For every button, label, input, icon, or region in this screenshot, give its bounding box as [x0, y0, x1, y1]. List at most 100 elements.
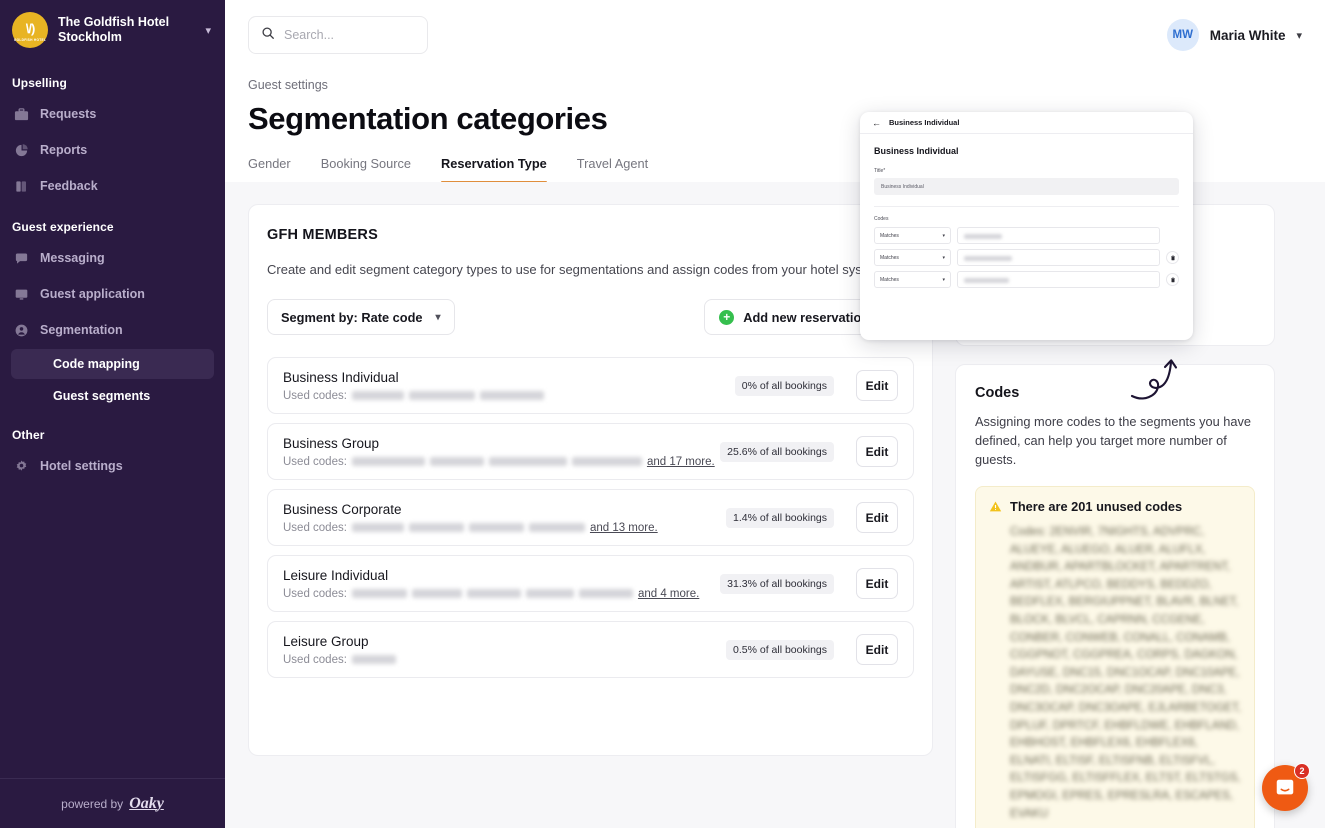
chevron-down-icon: ▾ — [942, 255, 945, 261]
sidebar-item-code-mapping[interactable]: Code mapping — [11, 349, 214, 379]
sidebar: \/) GOLDFISH HOTEL The Goldfish Hotel St… — [0, 0, 225, 828]
trash-icon[interactable] — [1166, 251, 1179, 264]
bookings-percentage-badge: 0.5% of all bookings — [726, 640, 834, 660]
plus-icon: + — [719, 310, 734, 325]
breadcrumb: Guest settings — [248, 78, 1325, 92]
show-more-codes-link[interactable]: and 13 more. — [590, 522, 658, 534]
match-type-value: Matches — [880, 255, 899, 261]
tab-gender[interactable]: Gender — [248, 156, 291, 182]
redacted-code — [352, 655, 396, 664]
nav-section-other: Other — [0, 412, 225, 448]
segment-info: Business GroupUsed codes:and 17 more. — [283, 436, 720, 468]
bookings-percentage-badge: 1.4% of all bookings — [726, 508, 834, 528]
edit-button[interactable]: Edit — [856, 568, 898, 599]
sidebar-item-label: Guest application — [40, 287, 145, 301]
sidebar-item-reports[interactable]: Reports — [0, 132, 225, 168]
segment-info: Leisure Individual Used codes:and 4 more. — [283, 568, 720, 600]
sidebar-item-requests[interactable]: Requests — [0, 96, 225, 132]
table-row: Leisure GroupUsed codes:0.5% of all book… — [267, 621, 914, 678]
code-value-input[interactable] — [957, 227, 1160, 244]
match-type-select[interactable]: Matches▾ — [874, 271, 951, 288]
codes-card-title: Codes — [975, 385, 1255, 401]
intercom-chat-icon — [1274, 777, 1296, 799]
show-more-codes-link[interactable]: and 17 more. — [647, 456, 715, 468]
hotel-logo-subtext: GOLDFISH HOTEL — [12, 38, 48, 42]
table-row: Business IndividualUsed codes:0% of all … — [267, 357, 914, 414]
sidebar-item-label: Messaging — [40, 251, 105, 265]
powered-by-label: powered by — [61, 797, 123, 811]
search-icon — [261, 26, 275, 45]
user-menu[interactable]: MW Maria White ▾ — [1167, 19, 1302, 51]
code-value-input[interactable] — [957, 271, 1160, 288]
sidebar-subitem-label: Guest segments — [53, 389, 150, 403]
arrow-left-icon[interactable]: ← — [872, 118, 881, 128]
chevron-down-icon: ▾ — [942, 277, 945, 283]
redacted-code — [964, 278, 1009, 283]
sidebar-item-messaging[interactable]: Messaging — [0, 240, 225, 276]
modal-body: Business Individual Title* Business Indi… — [860, 134, 1193, 288]
chevron-down-icon[interactable]: ▾ — [205, 24, 211, 37]
segment-info: Business IndividualUsed codes: — [283, 370, 735, 402]
match-type-select[interactable]: Matches▾ — [874, 227, 951, 244]
redacted-code — [409, 523, 464, 532]
trash-icon[interactable] — [1166, 273, 1179, 286]
codes-field-label: Codes — [874, 216, 1179, 222]
pie-chart-icon — [14, 143, 29, 158]
bookings-percentage-badge: 25.6% of all bookings — [720, 442, 834, 462]
redacted-code — [964, 234, 1002, 239]
hotel-name-line1: The Goldfish Hotel — [58, 15, 195, 30]
show-more-codes-link[interactable]: and 4 more. — [638, 588, 699, 600]
edit-button[interactable]: Edit — [856, 502, 898, 533]
user-name: Maria White — [1210, 28, 1286, 43]
hotel-selector[interactable]: \/) GOLDFISH HOTEL The Goldfish Hotel St… — [0, 0, 225, 60]
segment-used-codes: Used codes:and 17 more. — [283, 456, 720, 468]
hotel-logo: \/) GOLDFISH HOTEL — [12, 12, 48, 48]
redacted-code — [430, 457, 484, 466]
segment-name: Leisure Individual — [283, 568, 720, 583]
edit-button[interactable]: Edit — [856, 436, 898, 467]
tab-travel-agent[interactable]: Travel Agent — [577, 156, 648, 182]
redacted-code — [489, 457, 567, 466]
segment-by-dropdown[interactable]: Segment by: Rate code ▾ — [267, 299, 455, 335]
redacted-code — [572, 457, 642, 466]
nav-section-guest-experience: Guest experience — [0, 204, 225, 240]
edit-button[interactable]: Edit — [856, 370, 898, 401]
chat-widget-button[interactable]: 2 — [1262, 765, 1308, 811]
nav-section-upselling: Upselling — [0, 60, 225, 96]
redacted-code — [409, 391, 475, 400]
monitor-icon — [14, 287, 29, 302]
segment-used-codes: Used codes:and 13 more. — [283, 522, 726, 534]
segment-name: Business Individual — [283, 370, 735, 385]
briefcase-icon — [14, 107, 29, 122]
code-mapping-row: Matches▾ — [874, 227, 1179, 244]
redacted-code — [964, 256, 1012, 261]
codes-card-text: Assigning more codes to the segments you… — [975, 412, 1255, 469]
search-input[interactable] — [284, 28, 415, 42]
chevron-down-icon: ▾ — [942, 233, 945, 239]
sidebar-item-guest-segments[interactable]: Guest segments — [11, 381, 214, 411]
hotel-name-line2: Stockholm — [58, 30, 195, 45]
unused-codes-list: Codes: 2ENVIR, 7NIGHTS, ADVPRC, ALUEYE, … — [989, 524, 1241, 823]
title-field[interactable]: Business Individual — [874, 178, 1179, 195]
sidebar-item-hotel-settings[interactable]: Hotel settings — [0, 448, 225, 484]
search-box[interactable] — [248, 16, 428, 54]
hotel-logo-mark: \/) — [26, 22, 35, 35]
tab-booking-source[interactable]: Booking Source — [321, 156, 411, 182]
sidebar-item-feedback[interactable]: Feedback — [0, 168, 225, 204]
match-type-select[interactable]: Matches ▾ — [874, 249, 951, 266]
edit-button[interactable]: Edit — [856, 634, 898, 665]
code-value-input[interactable] — [957, 249, 1160, 266]
tab-reservation-type[interactable]: Reservation Type — [441, 156, 547, 182]
table-row: Leisure Individual Used codes:and 4 more.… — [267, 555, 914, 612]
sidebar-item-guest-application[interactable]: Guest application — [0, 276, 225, 312]
redacted-code — [467, 589, 521, 598]
sidebar-item-label: Requests — [40, 107, 96, 121]
panel-toolbar: Segment by: Rate code ▾ + Add new reserv… — [267, 299, 914, 335]
sidebar-item-segmentation[interactable]: Segmentation — [0, 312, 225, 348]
sidebar-item-label: Reports — [40, 143, 87, 157]
title-field-value: Business Individual — [881, 184, 924, 190]
redacted-code — [469, 523, 524, 532]
segment-used-codes: Used codes:and 4 more. — [283, 588, 720, 600]
warning-title: There are 201 unused codes — [1010, 499, 1182, 514]
chevron-down-icon[interactable]: ▾ — [1296, 29, 1302, 42]
